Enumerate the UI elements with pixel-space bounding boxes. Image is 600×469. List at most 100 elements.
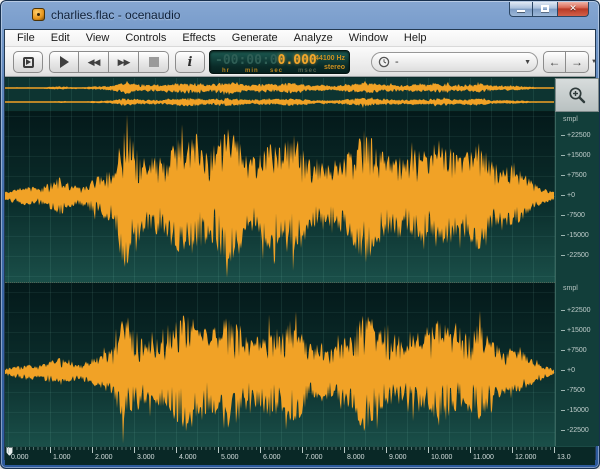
axis-tick--15000: -15000 [561,232,589,239]
playback-device-dropdown[interactable]: - ▼ [371,52,538,72]
axis-tick-+15000: +15000 [561,152,591,159]
ruler-label-0.000: 0.000 [11,454,29,461]
ruler-label-12.000: 12.000 [515,454,536,461]
audio-overview[interactable] [5,78,555,112]
menu-window[interactable]: Window [341,31,396,45]
axis-tick--22500: -22500 [561,252,589,259]
maximize-icon [541,5,549,12]
ruler-tick [386,447,387,453]
ruler-label-2.000: 2.000 [95,454,113,461]
sample-rate: 44100 Hz [315,54,345,63]
ruler-tick [554,447,555,453]
axis-tick--7500: -7500 [561,212,585,219]
menu-edit[interactable]: Edit [43,31,78,45]
time-display[interactable]: -00:00:00.000 hr min sec msec 44100 Hz s… [209,50,350,74]
maximize-button[interactable] [533,2,557,17]
ruler-tick [50,447,51,453]
arrow-left-icon: ← [549,55,561,69]
axis-tick--7500: -7500 [561,387,585,394]
window-title: charlies.flac - ocenaudio [51,8,180,22]
close-icon: ✕ [569,3,577,13]
toolbar-overflow-button[interactable]: ▼ [591,59,597,65]
ruler-tick [134,447,135,453]
menu-file[interactable]: File [9,31,43,45]
info-button[interactable]: i [175,51,205,73]
axis-tick-+0: +0 [561,367,575,374]
unit-min: min [245,68,259,74]
play-selection-button[interactable] [13,51,43,73]
amplitude-axis: smpl +22500 +15000 +7500 +0 -7500 -15000 -22500… [555,112,599,446]
minimize-button[interactable] [509,2,533,17]
rewind-button[interactable]: ◀◀ [79,51,109,73]
ruler-label-1.000: 1.000 [53,454,71,461]
channel-mode: stereo [315,63,345,72]
menu-analyze[interactable]: Analyze [286,31,341,45]
menu-generate[interactable]: Generate [224,31,286,45]
chevron-down-icon: ▼ [524,59,531,66]
ruler-label-9.000: 9.000 [389,454,407,461]
toolbar: ◀◀ ▶▶ i -00:00:00.000 hr min sec msec 44… [5,47,595,77]
ruler-tick [302,447,303,453]
play-icon [60,56,69,68]
play-button[interactable] [49,51,79,73]
ruler-tick [260,447,261,453]
menu-view[interactable]: View [78,31,118,45]
menu-controls[interactable]: Controls [117,31,174,45]
title-bar[interactable]: charlies.flac - ocenaudio ✕ [1,1,599,29]
waveform-shape [5,97,554,108]
ruler-label-11.000: 11.000 [473,454,494,461]
menu-help[interactable]: Help [396,31,435,45]
unit-sec: sec [270,68,283,74]
axis-unit-label: smpl [563,285,578,292]
zoom-in-button[interactable] [555,78,599,112]
ruler-label-5.000: 5.000 [221,454,239,461]
unit-hr: hr [222,68,230,74]
fast-forward-button[interactable]: ▶▶ [109,51,139,73]
rewind-icon: ◀◀ [88,57,100,68]
waveform-channel-left[interactable] [5,112,555,282]
app-window: charlies.flac - ocenaudio ✕ FileEditView… [0,0,600,469]
stop-icon [149,57,159,67]
axis-tick--15000: -15000 [561,407,589,414]
ruler-tick [8,447,9,453]
stop-button[interactable] [139,51,169,73]
menu-effects[interactable]: Effects [174,31,223,45]
close-button[interactable]: ✕ [557,2,589,17]
previous-file-button[interactable]: ← [543,51,566,73]
waveform-channel-right[interactable] [5,282,555,446]
ruler-label-10.000: 10.000 [431,454,452,461]
next-file-button[interactable]: → [566,51,589,73]
time-digits: -00:00:00.000 [215,53,317,68]
ruler-tick [470,447,471,453]
app-icon [32,8,45,21]
axis-tick-+7500: +7500 [561,172,587,179]
ruler-tick [176,447,177,453]
ruler-minor-ticks [8,447,555,450]
menu-bar: FileEditViewControlsEffectsGenerateAnaly… [5,30,595,47]
axis-unit-label: smpl [563,116,578,123]
axis-tick-+22500: +22500 [561,132,591,139]
waveform-shape [5,311,554,444]
ruler-label-7.000: 7.000 [305,454,323,461]
axis-tick--22500: -22500 [561,427,589,434]
info-icon: i [188,55,193,70]
time-ruler[interactable]: 0.000 1.000 2.000 3.000 4.000 5.000 6.000 7.000… [5,446,595,465]
fast-forward-icon: ▶▶ [118,57,130,68]
axis-tick-+15000: +15000 [561,327,591,334]
axis-tick-+0: +0 [561,192,575,199]
waveform-shape [5,81,554,95]
arrow-right-icon: → [571,55,583,69]
waveform-editor: smpl +22500 +15000 +7500 +0 -7500 -15000 -22500… [5,78,595,459]
ruler-label-4.000: 4.000 [179,454,197,461]
ruler-tick [92,447,93,453]
ruler-label-8.000: 8.000 [347,454,365,461]
waveform-shape [5,114,554,277]
ruler-tick [218,447,219,453]
zoom-in-icon [567,85,587,105]
ruler-tick [428,447,429,453]
axis-tick-+22500: +22500 [561,307,591,314]
ruler-tick [344,447,345,453]
ruler-label-3.000: 3.000 [137,454,155,461]
ruler-label-6.000: 6.000 [263,454,281,461]
minimize-icon [517,10,525,12]
